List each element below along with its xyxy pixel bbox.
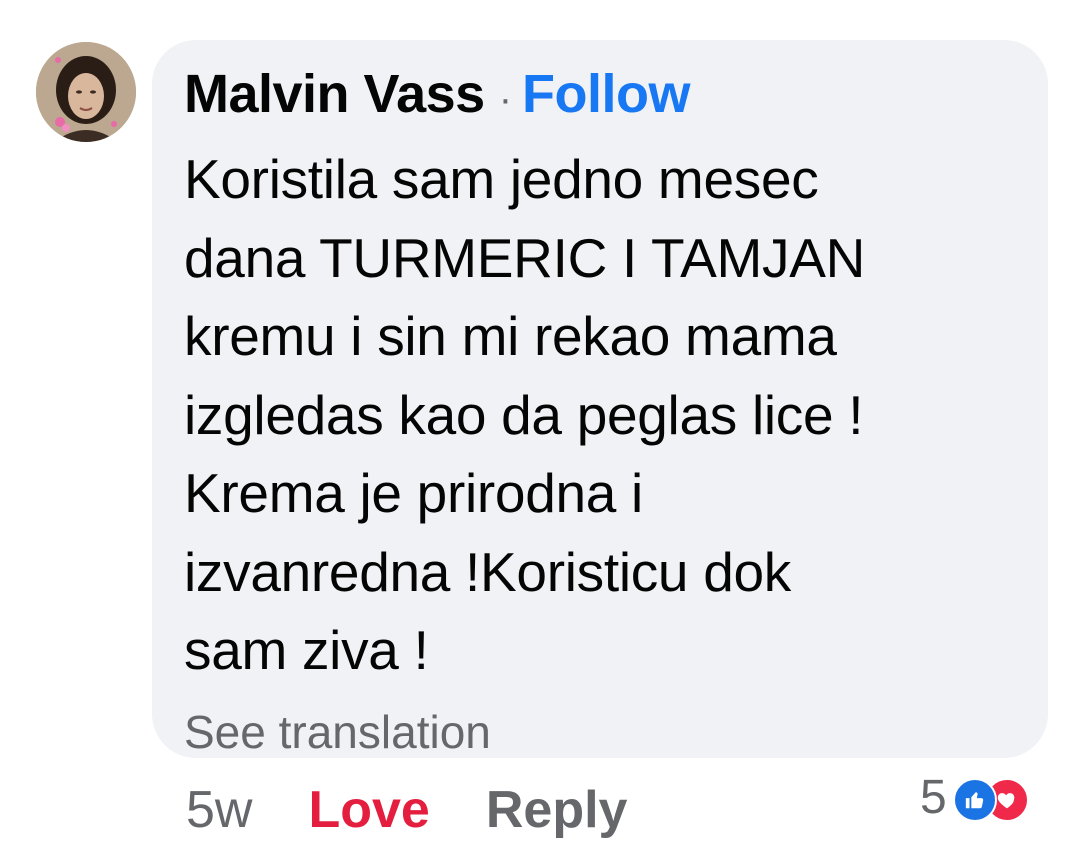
author-name[interactable]: Malvin Vass bbox=[184, 64, 485, 124]
reaction-count: 5 bbox=[920, 771, 947, 824]
comment-timestamp[interactable]: 5w bbox=[186, 780, 252, 840]
like-icon bbox=[952, 778, 997, 822]
comment-container: Malvin Vass · Follow Koristila sam jedno… bbox=[0, 0, 1080, 867]
reaction-summary[interactable]: 5 bbox=[920, 770, 1035, 826]
author-avatar[interactable] bbox=[36, 42, 136, 142]
see-translation-link[interactable]: See translation bbox=[184, 704, 1012, 760]
love-reaction-button[interactable]: Love bbox=[308, 780, 429, 840]
comment-header: Malvin Vass · Follow bbox=[184, 64, 1012, 124]
separator-dot: · bbox=[498, 77, 513, 121]
follow-button[interactable]: Follow bbox=[522, 64, 690, 124]
reply-button[interactable]: Reply bbox=[486, 780, 628, 840]
comment-actions: 5w Love Reply bbox=[186, 780, 627, 840]
comment-text: Koristila sam jedno mesec dana TURMERIC … bbox=[184, 148, 866, 681]
reaction-icons bbox=[951, 776, 1035, 822]
profile-photo bbox=[36, 42, 136, 142]
comment-bubble: Malvin Vass · Follow Koristila sam jedno… bbox=[152, 40, 1048, 758]
